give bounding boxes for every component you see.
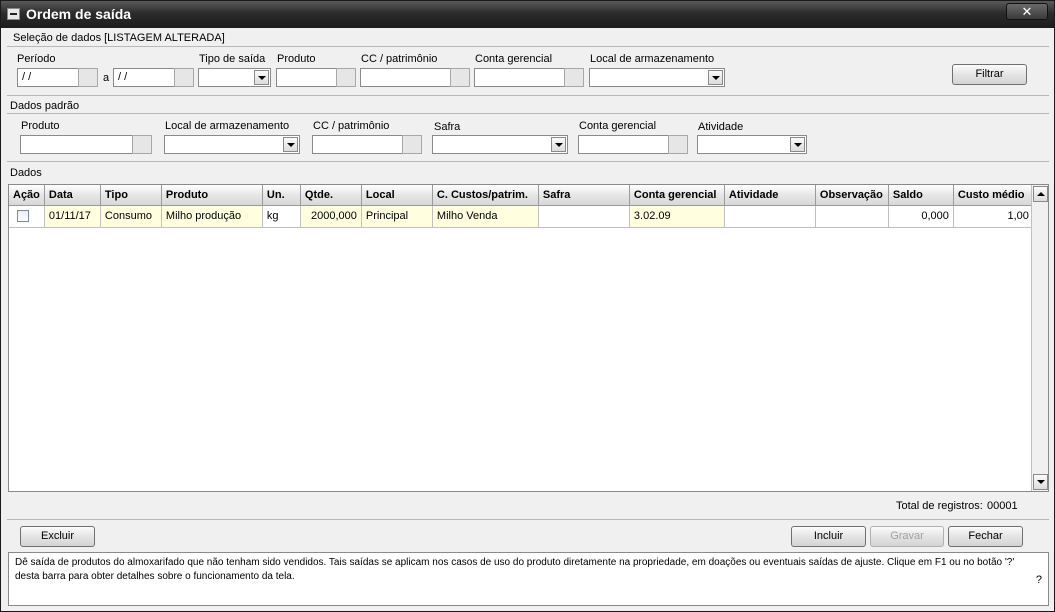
cell-data[interactable]: 01/11/17 (44, 205, 101, 228)
cell-produto[interactable]: Milho produção (161, 205, 263, 228)
conta-filter-lookup[interactable] (564, 68, 584, 87)
column-header-cc[interactable]: C. Custos/patrim. (432, 185, 539, 206)
help-bar: Dê saída de produtos do almoxarifado que… (8, 552, 1049, 606)
cc-default-input[interactable] (312, 135, 403, 154)
periodo-to-input[interactable]: / / (113, 68, 175, 87)
cell-saldo[interactable]: 0,000 (888, 205, 954, 228)
table-row[interactable]: 01/11/17 Consumo Milho produção kg 2000,… (9, 205, 1034, 228)
divider (7, 519, 1049, 520)
scroll-up-icon[interactable] (1033, 186, 1048, 202)
vertical-scrollbar[interactable] (1031, 185, 1048, 491)
scroll-down-icon[interactable] (1033, 474, 1048, 490)
cell-qtde[interactable]: 2000,000 (300, 205, 362, 228)
produto-filter-label: Produto (277, 53, 316, 65)
conta-filter-input[interactable] (474, 68, 565, 87)
excluir-button[interactable]: Excluir (20, 526, 95, 547)
system-menu-icon[interactable] (7, 8, 20, 20)
data-section-label: Dados (10, 167, 42, 179)
produto-default-lookup[interactable] (132, 135, 152, 154)
tipo-saida-label: Tipo de saída (199, 53, 266, 65)
column-header-un[interactable]: Un. (262, 185, 301, 206)
periodo-to-button[interactable] (174, 68, 194, 87)
column-header-saldo[interactable]: Saldo (888, 185, 954, 206)
safra-default-label: Safra (434, 121, 461, 133)
title-bar: Ordem de saída ✕ (1, 1, 1054, 28)
main-window: Ordem de saída ✕ Seleção de dados [LISTA… (0, 0, 1055, 612)
column-header-data[interactable]: Data (44, 185, 101, 206)
divider (7, 46, 1049, 47)
column-header-atividade[interactable]: Atividade (724, 185, 816, 206)
conta-default-lookup[interactable] (668, 135, 688, 154)
produto-filter-lookup[interactable] (336, 68, 356, 87)
cc-default-lookup[interactable] (402, 135, 422, 154)
help-text: Dê saída de produtos do almoxarifado que… (15, 557, 1015, 582)
cell-local[interactable]: Principal (361, 205, 433, 228)
fechar-button[interactable]: Fechar (948, 526, 1023, 547)
window-title: Ordem de saída (26, 6, 132, 22)
cc-filter-input[interactable] (360, 68, 451, 87)
column-header-local[interactable]: Local (361, 185, 433, 206)
periodo-separator: a (103, 72, 110, 84)
column-header-produto[interactable]: Produto (161, 185, 263, 206)
column-header-custo-medio[interactable]: Custo médio (953, 185, 1034, 206)
local-filter-label: Local de armazenamento (590, 53, 715, 65)
cell-acao[interactable] (9, 205, 45, 228)
chevron-down-icon[interactable] (283, 137, 298, 152)
produto-default-input[interactable] (20, 135, 133, 154)
cc-default-label: CC / patrimônio (313, 120, 390, 132)
gravar-button[interactable]: Gravar (870, 526, 944, 547)
cell-conta[interactable]: 3.02.09 (629, 205, 725, 228)
local-default-label: Local de armazenamento (165, 120, 290, 132)
conta-filter-label: Conta gerencial (475, 53, 553, 65)
cell-safra[interactable] (538, 205, 630, 228)
cell-custo-medio[interactable]: 1,00 (953, 205, 1034, 228)
column-header-conta[interactable]: Conta gerencial (629, 185, 725, 206)
periodo-label: Período (17, 53, 56, 65)
incluir-button[interactable]: Incluir (791, 526, 866, 547)
periodo-from-button[interactable] (78, 68, 98, 87)
atividade-default-select[interactable] (697, 135, 807, 154)
column-header-observacao[interactable]: Observação (815, 185, 889, 206)
data-grid[interactable]: Ação Data Tipo Produto Un. Qtde. Local C… (8, 184, 1049, 492)
cc-filter-label: CC / patrimônio (361, 53, 438, 65)
cell-atividade[interactable] (724, 205, 816, 228)
divider (7, 161, 1049, 162)
conta-default-label: Conta gerencial (579, 120, 657, 132)
table-header-row: Ação Data Tipo Produto Un. Qtde. Local C… (9, 185, 1034, 206)
total-registros-label: Total de registros: (896, 500, 983, 512)
cell-un[interactable]: kg (262, 205, 301, 228)
filter-section-label: Seleção de dados [LISTAGEM ALTERADA] (13, 32, 225, 44)
produto-default-label: Produto (21, 120, 60, 132)
chevron-down-icon[interactable] (551, 137, 566, 152)
chevron-down-icon[interactable] (790, 137, 805, 152)
defaults-section-label: Dados padrão (10, 100, 80, 112)
total-registros-value: 00001 (987, 500, 1018, 512)
atividade-default-label: Atividade (698, 121, 744, 133)
column-header-safra[interactable]: Safra (538, 185, 630, 206)
chevron-down-icon[interactable] (708, 70, 723, 85)
conta-default-input[interactable] (578, 135, 669, 154)
tipo-saida-select[interactable] (198, 68, 271, 87)
column-header-tipo[interactable]: Tipo (100, 185, 162, 206)
cell-tipo[interactable]: Consumo (100, 205, 162, 228)
data-table: Ação Data Tipo Produto Un. Qtde. Local C… (9, 185, 1034, 228)
divider (7, 113, 1049, 114)
close-icon[interactable]: ✕ (1006, 3, 1048, 20)
safra-default-select[interactable] (432, 135, 568, 154)
cc-filter-lookup[interactable] (450, 68, 470, 87)
help-question-button[interactable]: ? (1036, 573, 1042, 587)
cell-cc[interactable]: Milho Venda (432, 205, 539, 228)
produto-filter-input[interactable] (276, 68, 337, 87)
filtrar-button[interactable]: Filtrar (952, 64, 1027, 85)
local-default-select[interactable] (164, 135, 300, 154)
divider (7, 95, 1049, 96)
checkbox-icon[interactable] (17, 210, 29, 223)
chevron-down-icon[interactable] (254, 70, 269, 85)
periodo-from-input[interactable]: / / (17, 68, 79, 87)
column-header-acao[interactable]: Ação (9, 185, 45, 206)
local-filter-select[interactable] (589, 68, 725, 87)
column-header-qtde[interactable]: Qtde. (300, 185, 362, 206)
cell-observacao[interactable] (815, 205, 889, 228)
